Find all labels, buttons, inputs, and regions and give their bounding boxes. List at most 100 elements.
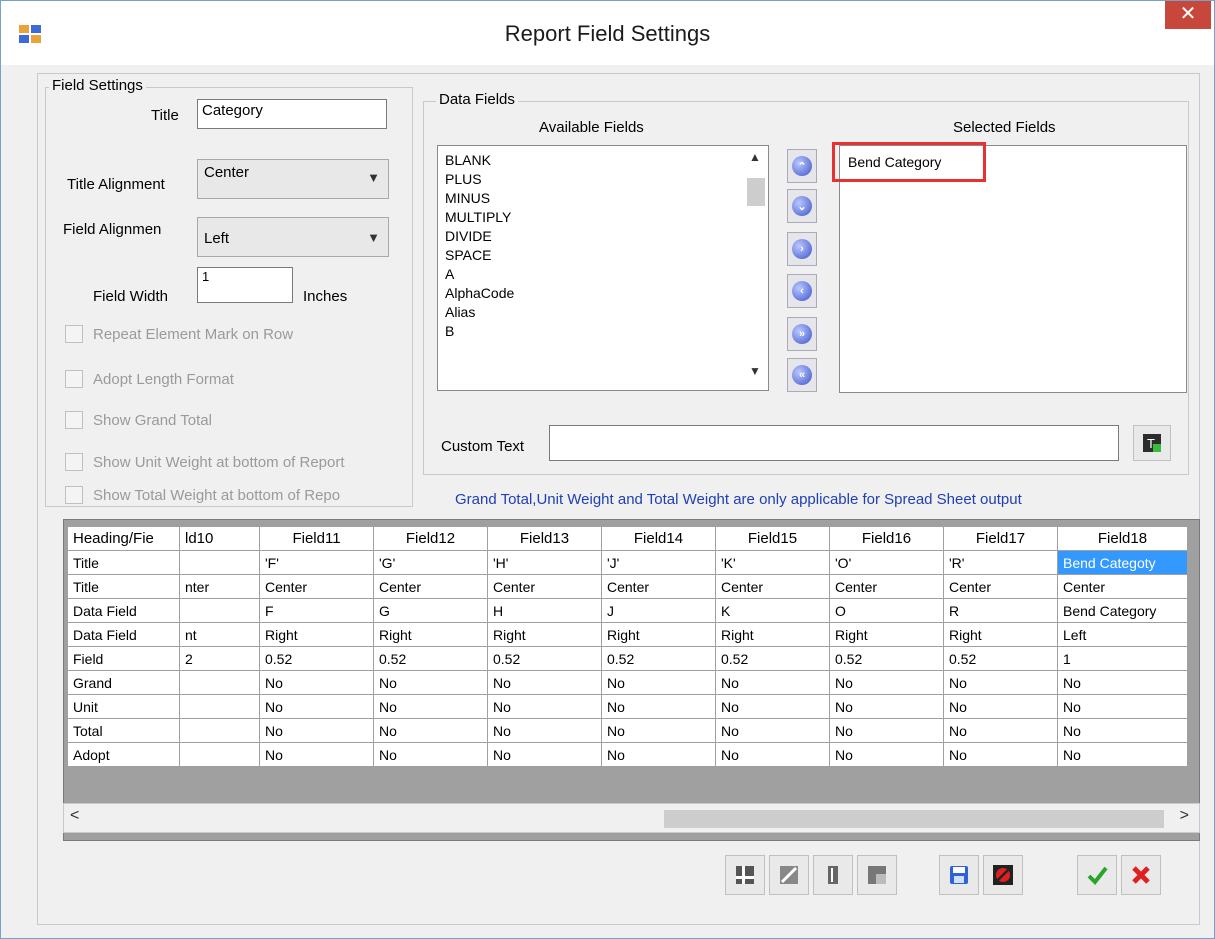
grid-cell[interactable]: 1 — [1057, 646, 1188, 671]
list-item[interactable]: B — [438, 322, 768, 341]
grid-cell[interactable]: Center — [373, 574, 488, 599]
grid-cell[interactable]: Center — [487, 574, 602, 599]
column-header[interactable]: Field14 — [601, 526, 716, 551]
column-header[interactable]: Field18 — [1057, 526, 1188, 551]
show-total-weight-checkbox[interactable]: Show Total Weight at bottom of Repo — [65, 486, 340, 504]
grid-cell[interactable]: No — [1057, 742, 1188, 767]
field-width-input[interactable]: 1 — [197, 267, 293, 303]
column-header[interactable]: Field16 — [829, 526, 944, 551]
selected-fields-list[interactable]: Bend Category — [839, 145, 1187, 393]
grid-cell[interactable]: 'O' — [829, 550, 944, 575]
list-item[interactable]: AlphaCode — [438, 284, 768, 303]
remove-all-fields-button[interactable]: « — [787, 358, 817, 392]
grid-cell[interactable]: Center — [259, 574, 374, 599]
list-item[interactable]: A — [438, 265, 768, 284]
grid-cell[interactable]: No — [487, 718, 602, 743]
grid-cell[interactable]: 'K' — [715, 550, 830, 575]
remove-field-button[interactable]: ‹ — [787, 274, 817, 308]
grid-cell[interactable]: Bend Category — [1057, 598, 1188, 623]
add-field-button[interactable]: › — [787, 232, 817, 266]
grid-cell[interactable]: nt — [179, 622, 260, 647]
grid-cell[interactable]: Right — [259, 622, 374, 647]
grid-cell[interactable]: No — [1057, 694, 1188, 719]
grid-cell[interactable]: No — [487, 742, 602, 767]
grid-cell[interactable]: O — [829, 598, 944, 623]
scroll-thumb[interactable] — [747, 178, 765, 206]
move-to-bottom-button[interactable]: ⌄ — [787, 189, 817, 223]
column-header[interactable]: ld10 — [179, 526, 260, 551]
grid-cell[interactable]: 'G' — [373, 550, 488, 575]
grid-cell[interactable]: 0.52 — [829, 646, 944, 671]
grid-cell-selected[interactable]: Bend Categoty — [1057, 550, 1188, 575]
grid-cell[interactable]: 'H' — [487, 550, 602, 575]
grid-cell[interactable] — [179, 742, 260, 767]
grid-cell[interactable]: 0.52 — [373, 646, 488, 671]
grid-cell[interactable]: No — [829, 742, 944, 767]
save-button[interactable] — [939, 855, 979, 895]
grid-cell[interactable]: 'J' — [601, 550, 716, 575]
list-item[interactable]: DIVIDE — [438, 227, 768, 246]
grid-cell[interactable]: No — [373, 670, 488, 695]
grid-cell[interactable]: No — [259, 718, 374, 743]
grid-cell[interactable]: 0.52 — [487, 646, 602, 671]
grid-cell[interactable]: Right — [943, 622, 1058, 647]
grid-cell[interactable]: Right — [601, 622, 716, 647]
grid-cell[interactable]: 'R' — [943, 550, 1058, 575]
field-grid[interactable]: Heading/Fie ld10 Field11 Field12 Field13… — [63, 519, 1200, 841]
grid-cell[interactable]: No — [829, 694, 944, 719]
grid-cell[interactable]: Right — [373, 622, 488, 647]
grid-cell[interactable]: No — [1057, 718, 1188, 743]
insert-column-button[interactable] — [725, 855, 765, 895]
scroll-up-icon[interactable]: ▲ — [742, 150, 768, 172]
grid-cell[interactable]: 0.52 — [259, 646, 374, 671]
grid-cell[interactable]: Center — [1057, 574, 1188, 599]
grid-cell[interactable]: No — [259, 670, 374, 695]
grid-cell[interactable]: No — [829, 718, 944, 743]
cancel-report-button[interactable] — [983, 855, 1023, 895]
show-grand-total-checkbox[interactable]: Show Grand Total — [65, 411, 212, 429]
grid-cell[interactable]: No — [943, 718, 1058, 743]
grid-cell[interactable]: F — [259, 598, 374, 623]
grid-cell[interactable]: 0.52 — [943, 646, 1058, 671]
grid-cell[interactable]: No — [259, 742, 374, 767]
close-window-button[interactable]: ✕ — [1165, 1, 1211, 29]
grid-cell[interactable]: nter — [179, 574, 260, 599]
grid-cell[interactable]: No — [601, 742, 716, 767]
show-unit-weight-checkbox[interactable]: Show Unit Weight at bottom of Report — [65, 453, 410, 471]
column-header[interactable]: Field17 — [943, 526, 1058, 551]
ok-button[interactable] — [1077, 855, 1117, 895]
delete-column-button[interactable] — [857, 855, 897, 895]
grid-cell[interactable]: Right — [487, 622, 602, 647]
grid-cell[interactable] — [179, 694, 260, 719]
scroll-left-icon[interactable]: < — [70, 807, 79, 825]
grid-cell[interactable]: R — [943, 598, 1058, 623]
list-item[interactable]: BLANK — [438, 151, 768, 170]
move-column-button[interactable] — [813, 855, 853, 895]
field-alignment-select[interactable]: Left ▼ — [197, 217, 389, 257]
grid-cell[interactable]: H — [487, 598, 602, 623]
grid-cell[interactable]: Right — [715, 622, 830, 647]
move-to-top-button[interactable]: ⌃ — [787, 149, 817, 183]
grid-cell[interactable]: Center — [943, 574, 1058, 599]
title-alignment-select[interactable]: Center ▼ — [197, 159, 389, 199]
grid-horizontal-scrollbar[interactable]: < > — [63, 803, 1200, 833]
grid-cell[interactable]: Right — [829, 622, 944, 647]
grid-cell[interactable]: No — [373, 742, 488, 767]
insert-custom-text-button[interactable]: T — [1133, 425, 1171, 461]
list-item[interactable]: PLUS — [438, 170, 768, 189]
grid-cell[interactable]: Center — [601, 574, 716, 599]
list-item[interactable]: SPACE — [438, 246, 768, 265]
available-fields-scrollbar[interactable]: ▲ ▼ — [742, 146, 768, 390]
column-header[interactable]: Heading/Fie — [67, 526, 180, 551]
grid-cell[interactable]: No — [373, 694, 488, 719]
grid-cell[interactable]: No — [943, 694, 1058, 719]
grid-cell[interactable]: Center — [715, 574, 830, 599]
add-all-fields-button[interactable]: » — [787, 317, 817, 351]
close-dialog-button[interactable] — [1121, 855, 1161, 895]
scroll-down-icon[interactable]: ▼ — [742, 364, 768, 386]
grid-cell[interactable]: Center — [829, 574, 944, 599]
grid-cell[interactable] — [179, 718, 260, 743]
grid-cell[interactable]: No — [259, 694, 374, 719]
list-item[interactable]: MINUS — [438, 189, 768, 208]
column-header[interactable]: Field13 — [487, 526, 602, 551]
